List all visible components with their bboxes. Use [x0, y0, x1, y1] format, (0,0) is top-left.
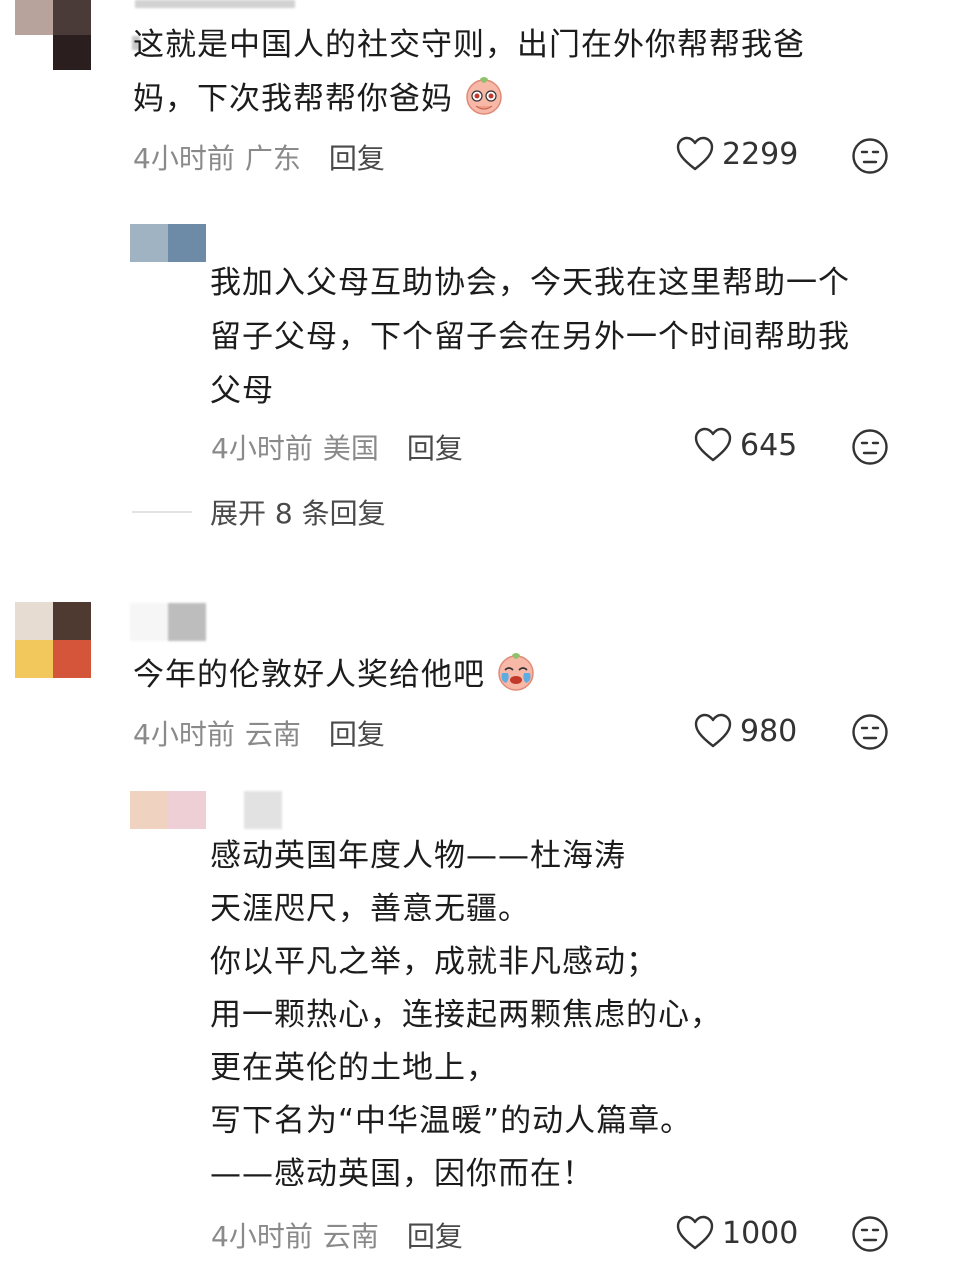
- comment-meta: 4小时前 广东 回复: [133, 137, 385, 177]
- region: 云南: [322, 1220, 379, 1253]
- poem-line: 用一颗热心，连接起两颗焦虑的心，: [210, 997, 722, 1033]
- timestamp: 4小时前: [211, 432, 313, 465]
- heart-icon: [676, 1215, 714, 1250]
- comment-text-line: 留子父母，下个留子会在另外一个时间帮助我: [210, 319, 850, 355]
- like-count: 1000: [722, 1215, 799, 1251]
- poem-line: 你以平凡之举，成就非凡感动；: [210, 944, 658, 980]
- comment-meta: 4小时前 云南 回复: [211, 1215, 463, 1255]
- comment-text: 我加入父母互助协会，今天我在这里帮助一个 留子父母，下个留子会在另外一个时间帮助…: [210, 256, 910, 418]
- like-count: 645: [740, 427, 798, 463]
- heart-icon: [694, 427, 732, 462]
- comment-meta: 4小时前 云南 回复: [133, 713, 385, 753]
- like-button[interactable]: 645: [694, 427, 797, 463]
- comment-text: 感动英国年度人物——杜海涛 天涯咫尺，善意无疆。 你以平凡之举，成就非凡感动； …: [210, 830, 910, 1201]
- avatar[interactable]: [15, 0, 91, 70]
- comment-text-line: 父母: [210, 373, 274, 409]
- dislike-face-icon[interactable]: [851, 713, 889, 751]
- like-count: 980: [740, 713, 798, 749]
- heart-icon: [694, 713, 732, 748]
- avatar[interactable]: [130, 224, 206, 262]
- dislike-face-icon[interactable]: [851, 1215, 889, 1253]
- timestamp: 4小时前: [133, 718, 235, 751]
- comment-meta: 4小时前 美国 回复: [211, 427, 463, 467]
- comment-text-line: 妈，下次我帮帮你爸妈: [133, 72, 913, 126]
- poem-line: 感动英国年度人物——杜海涛: [210, 838, 626, 874]
- expand-replies-label: 展开 8 条回复: [210, 497, 386, 530]
- like-count: 2299: [722, 136, 799, 172]
- poem-line: 天涯咫尺，善意无疆。: [210, 891, 530, 927]
- region: 广东: [244, 142, 301, 175]
- username[interactable]: [130, 603, 206, 641]
- comment-text-line: 妈，下次我帮帮你爸妈: [133, 81, 453, 117]
- comment-text-line: 我加入父母互助协会，今天我在这里帮助一个: [210, 265, 850, 301]
- dislike-face-icon[interactable]: [851, 137, 889, 175]
- reply-button[interactable]: 回复: [329, 713, 385, 753]
- heart-icon: [676, 136, 714, 171]
- poem-line: 写下名为“中华温暖”的动人篇章。: [210, 1103, 693, 1139]
- comment-text: 今年的伦敦好人奖给他吧: [133, 648, 913, 702]
- avatar[interactable]: [15, 602, 91, 678]
- avatar[interactable]: [130, 791, 206, 829]
- region: 美国: [322, 432, 379, 465]
- expand-replies-button[interactable]: 展开 8 条回复: [132, 492, 386, 532]
- comment-text-line: 这就是中国人的社交守则，出门在外你帮帮我爸: [133, 27, 805, 63]
- poem-line: ——感动英国，因你而在！: [210, 1156, 594, 1192]
- timestamp: 4小时前: [211, 1220, 313, 1253]
- crying-pleading-emoji-icon: [466, 77, 502, 115]
- reply-button[interactable]: 回复: [407, 427, 463, 467]
- reply-button[interactable]: 回复: [329, 137, 385, 177]
- timestamp: 4小时前: [133, 142, 235, 175]
- like-button[interactable]: 980: [694, 713, 797, 749]
- dislike-face-icon[interactable]: [851, 428, 889, 466]
- comment-text-line: 今年的伦敦好人奖给他吧: [133, 657, 485, 693]
- crying-emoji-icon: [498, 653, 534, 691]
- username[interactable]: [135, 0, 295, 8]
- comment-text-line: 今年的伦敦好人奖给他吧: [133, 648, 913, 702]
- like-button[interactable]: 1000: [676, 1215, 798, 1251]
- username[interactable]: [244, 791, 320, 829]
- comment-text: 这就是中国人的社交守则，出门在外你帮帮我爸 妈，下次我帮帮你爸妈: [133, 18, 913, 126]
- region: 云南: [244, 718, 301, 751]
- poem-line: 更在英伦的土地上，: [210, 1050, 498, 1086]
- divider: [132, 511, 192, 513]
- like-button[interactable]: 2299: [676, 136, 798, 172]
- reply-button[interactable]: 回复: [407, 1215, 463, 1255]
